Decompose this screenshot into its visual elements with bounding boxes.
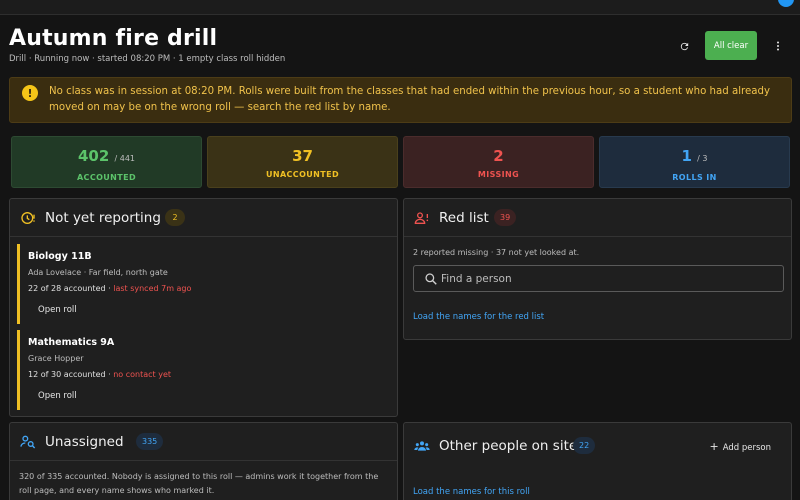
roll-count-text: 22 of 28 accounted — [28, 284, 106, 293]
more-options-button[interactable] — [768, 36, 788, 56]
not-reporting-header: Not yet reporting 2 — [10, 199, 397, 237]
stat-unaccounted-value: 37 — [292, 147, 313, 165]
stat-missing-label: MISSING — [477, 170, 520, 179]
search-icon — [425, 273, 437, 285]
unassigned-header: Unassigned 335 — [10, 423, 397, 461]
stat-missing[interactable]: 2 MISSING — [403, 136, 594, 188]
top-app-bar — [0, 0, 800, 15]
refresh-button[interactable] — [674, 36, 694, 56]
other-people-count: 22 — [573, 437, 596, 454]
stat-rolls-in-total: / 3 — [697, 154, 708, 163]
red-list-card: Red list 39 2 reported missing · 37 not … — [403, 198, 792, 340]
unassigned-text: 320 of 335 accounted. Nobody is assigned… — [19, 472, 379, 495]
stat-accounted-value: 402 — [77, 147, 110, 165]
load-red-list-link[interactable]: Load the names for the red list — [413, 312, 544, 322]
stat-unaccounted[interactable]: 37 UNACCOUNTED — [207, 136, 398, 188]
stat-accounted-total: / 441 — [114, 154, 136, 163]
red-list-summary: 2 reported missing · 37 not yet looked a… — [413, 248, 580, 257]
red-list-header: Red list 39 — [404, 199, 791, 237]
list-item-mathematics: Mathematics 9A Grace Hopper 12 of 30 acc… — [17, 330, 399, 410]
add-person-button[interactable]: + Add person — [709, 440, 771, 453]
roll-teacher: Grace Hopper — [28, 354, 84, 363]
warning-alert: ! No class was in session at 08:20 PM. R… — [9, 77, 792, 123]
other-people-header: Other people on site 22 + Add person — [404, 423, 791, 469]
add-person-label: Add person — [722, 443, 771, 453]
unassigned-card: Unassigned 335 320 of 335 accounted. Nob… — [9, 422, 398, 500]
roll-teacher: Ada Lovelace · Far field, north gate — [28, 268, 168, 277]
roll-class-name: Biology 11B — [28, 251, 92, 262]
more-vert-icon — [777, 41, 779, 51]
group-icon — [414, 441, 430, 451]
roll-count-text: 12 of 30 accounted — [28, 370, 106, 379]
stat-accounted[interactable]: 402 / 441 ACCOUNTED — [11, 136, 202, 188]
all-clear-button[interactable]: All clear — [705, 31, 757, 60]
red-list-title: Red list — [439, 210, 489, 226]
unassigned-title: Unassigned — [45, 434, 124, 450]
other-people-title: Other people on site — [439, 438, 578, 454]
alert-text: No class was in session at 08:20 PM. Rol… — [49, 86, 770, 113]
load-roll-names-link[interactable]: Load the names for this roll — [413, 487, 530, 497]
not-reporting-title: Not yet reporting — [45, 210, 161, 226]
unassigned-count: 335 — [136, 433, 164, 450]
roll-class-name: Mathematics 9A — [28, 337, 115, 348]
stat-accounted-label: ACCOUNTED — [76, 173, 137, 182]
person-alert-icon — [414, 212, 429, 224]
list-item-biology: Biology 11B Ada Lovelace · Far field, no… — [17, 244, 399, 324]
search-field[interactable] — [413, 265, 784, 292]
red-list-count: 39 — [494, 209, 517, 226]
open-roll-button[interactable]: Open roll — [38, 391, 77, 401]
drill-subtitle: Drill · Running now · started 08:20 PM ·… — [9, 54, 286, 64]
stat-rolls-in[interactable]: 1 / 3 ROLLS IN — [599, 136, 790, 188]
page-title: Autumn fire drill — [9, 26, 218, 51]
roll-sync-status: no contact yet — [113, 370, 171, 379]
stat-rolls-in-value: 1 — [681, 147, 692, 165]
open-roll-button[interactable]: Open roll — [38, 305, 77, 315]
not-reporting-card: Not yet reporting 2 Biology 11B Ada Love… — [9, 198, 398, 417]
stat-rolls-in-label: ROLLS IN — [672, 173, 717, 182]
other-people-card: Other people on site 22 + Add person Load… — [403, 422, 792, 500]
not-reporting-count: 2 — [165, 209, 185, 226]
avatar[interactable] — [778, 0, 794, 7]
plus-icon: + — [709, 440, 719, 453]
stat-missing-value: 2 — [493, 147, 504, 165]
roll-sync-status: last synced 7m ago — [113, 284, 192, 293]
clock-alert-icon — [21, 212, 35, 224]
roll-count: 22 of 28 accounted · last synced 7m ago — [28, 284, 192, 293]
person-search-icon — [20, 435, 36, 449]
refresh-icon — [680, 42, 688, 50]
search-input[interactable] — [441, 266, 771, 291]
warning-icon: ! — [22, 85, 38, 101]
roll-count: 12 of 30 accounted · no contact yet — [28, 370, 171, 379]
stat-unaccounted-label: UNACCOUNTED — [265, 170, 340, 179]
